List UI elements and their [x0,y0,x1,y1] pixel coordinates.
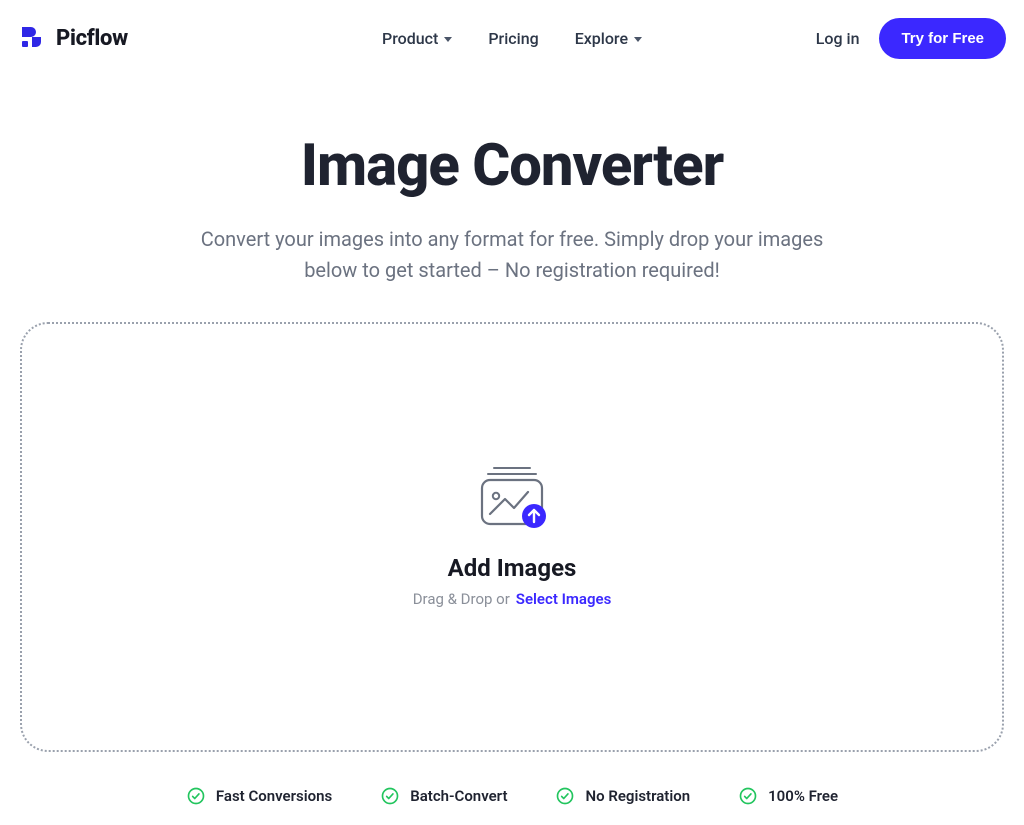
nav-product-label: Product [382,29,438,48]
nav-product[interactable]: Product [382,29,452,48]
nav-pricing[interactable]: Pricing [488,29,538,48]
feature-free: 100% Free [738,786,838,806]
chevron-down-icon [444,37,452,42]
page-subtitle: Convert your images into any format for … [172,224,852,286]
check-circle-icon [555,786,575,806]
feature-no-registration: No Registration [555,786,690,806]
dropzone-inner: Add Images Drag & Drop or Select Images [413,466,612,608]
nav-pricing-label: Pricing [488,29,538,48]
top-nav: Picflow Product Pricing Explore Log in T… [0,0,1024,77]
brand-name: Picflow [56,26,128,51]
dropzone-wrapper: Add Images Drag & Drop or Select Images [20,322,1004,752]
features-row: Fast Conversions Batch-Convert No Regist… [0,786,1024,806]
brand-logo-icon [18,23,46,55]
dropzone[interactable]: Add Images Drag & Drop or Select Images [20,322,1004,752]
feature-label: Batch-Convert [410,787,507,805]
feature-label: 100% Free [768,787,838,805]
nav-explore-label: Explore [575,29,628,48]
hero: Image Converter Convert your images into… [0,132,1024,286]
try-free-button[interactable]: Try for Free [879,18,1006,59]
nav-center: Product Pricing Explore [382,29,642,48]
check-circle-icon [186,786,206,806]
nav-explore[interactable]: Explore [575,29,642,48]
page-title: Image Converter [40,132,984,200]
dropzone-subtext: Drag & Drop or Select Images [413,590,612,608]
dropzone-drag-text: Drag & Drop or [413,590,510,608]
select-images-link[interactable]: Select Images [516,590,612,608]
feature-fast-conversions: Fast Conversions [186,786,332,806]
nav-right: Log in Try for Free [816,18,1006,59]
dropzone-title: Add Images [448,554,577,582]
login-link[interactable]: Log in [816,29,860,48]
image-upload-icon [470,466,554,528]
feature-label: Fast Conversions [216,787,332,805]
check-circle-icon [380,786,400,806]
chevron-down-icon [634,37,642,42]
feature-label: No Registration [585,787,690,805]
feature-batch-convert: Batch-Convert [380,786,507,806]
brand[interactable]: Picflow [18,23,128,55]
check-circle-icon [738,786,758,806]
